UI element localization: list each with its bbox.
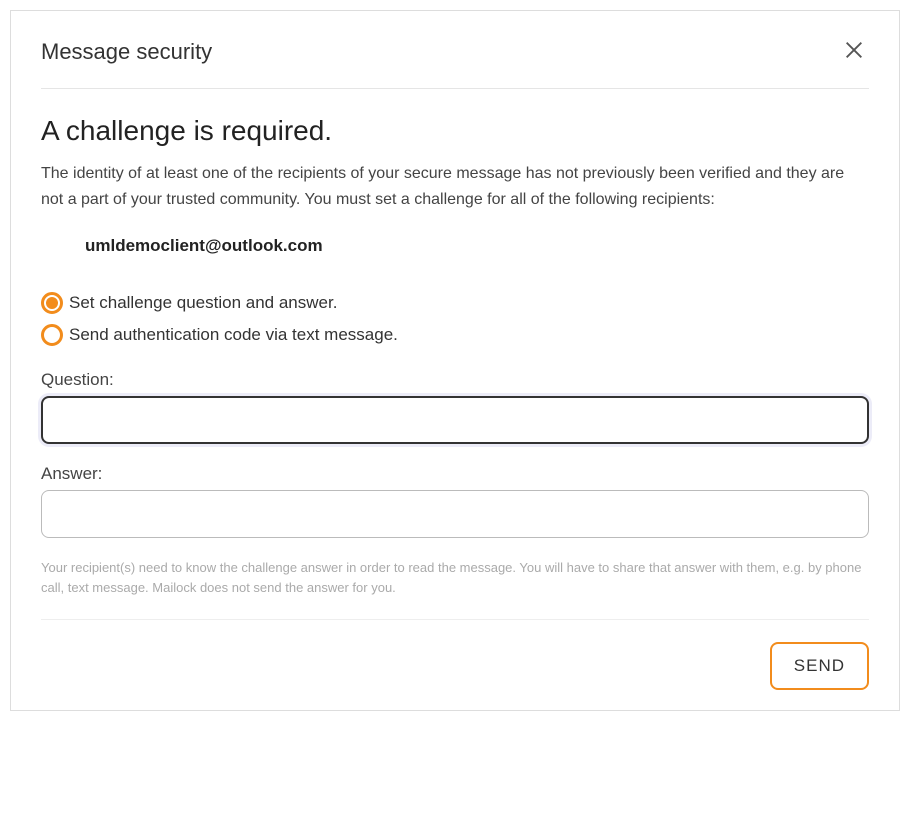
question-label: Question: bbox=[41, 370, 869, 390]
answer-input[interactable] bbox=[41, 490, 869, 538]
radio-option-sms[interactable]: Send authentication code via text messag… bbox=[41, 324, 869, 346]
send-button[interactable]: SEND bbox=[770, 642, 869, 690]
challenge-method-group: Set challenge question and answer. Send … bbox=[41, 292, 869, 346]
radio-label-sms: Send authentication code via text messag… bbox=[69, 325, 398, 345]
radio-option-qa[interactable]: Set challenge question and answer. bbox=[41, 292, 869, 314]
radio-icon bbox=[41, 324, 63, 346]
question-input[interactable] bbox=[41, 396, 869, 444]
dialog-title: Message security bbox=[41, 39, 212, 65]
challenge-description: The identity of at least one of the reci… bbox=[41, 161, 869, 212]
hint-text: Your recipient(s) need to know the chall… bbox=[41, 558, 869, 597]
answer-field-group: Answer: bbox=[41, 464, 869, 538]
recipient-email: umldemoclient@outlook.com bbox=[85, 236, 869, 256]
close-icon bbox=[843, 39, 865, 64]
answer-label: Answer: bbox=[41, 464, 869, 484]
radio-icon bbox=[41, 292, 63, 314]
radio-label-qa: Set challenge question and answer. bbox=[69, 293, 337, 313]
message-security-dialog: Message security A challenge is required… bbox=[10, 10, 900, 711]
close-button[interactable] bbox=[839, 35, 869, 68]
challenge-heading: A challenge is required. bbox=[41, 115, 869, 147]
dialog-footer: SEND bbox=[41, 619, 869, 690]
question-field-group: Question: bbox=[41, 370, 869, 444]
dialog-header: Message security bbox=[41, 35, 869, 89]
